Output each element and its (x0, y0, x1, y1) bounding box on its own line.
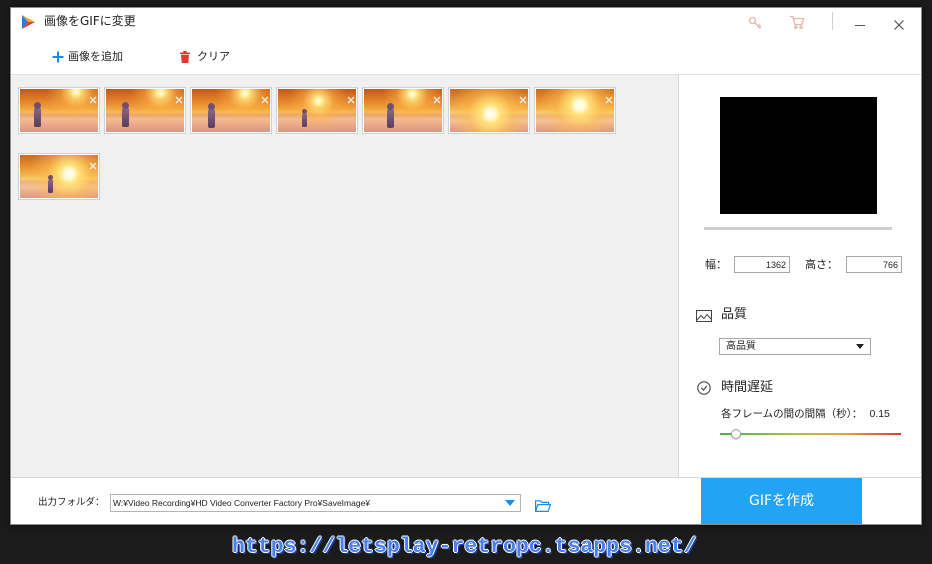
quality-dropdown[interactable]: 高品質 (719, 338, 871, 355)
height-input[interactable] (846, 256, 902, 273)
toolbar: 画像を追加 クリア (11, 41, 921, 75)
folder-icon (534, 500, 552, 512)
frame-interval-row: 各フレームの間の間隔（秒）： 0.15 (721, 406, 890, 422)
trash-icon (180, 51, 190, 63)
image-list-panel[interactable] (11, 75, 679, 477)
window-title: 画像をGIFに変更 (44, 14, 136, 28)
delay-slider-thumb[interactable] (731, 429, 742, 439)
thumbnail-image (278, 89, 356, 132)
remove-image-button[interactable] (261, 89, 269, 104)
clock-icon (697, 381, 711, 395)
purchase-button[interactable] (789, 14, 805, 30)
titlebar-separator (832, 12, 833, 30)
title-bar[interactable]: 画像をGIFに変更 (11, 8, 921, 41)
image-thumbnail[interactable] (534, 87, 616, 134)
thumbnail-image (192, 89, 270, 132)
plus-icon (52, 51, 64, 63)
output-bar: 出力フォルダ： GIFを作成 (11, 477, 921, 524)
close-icon (89, 96, 97, 104)
thumbnail-image (20, 89, 98, 132)
cart-icon (790, 15, 805, 30)
close-icon (175, 96, 183, 104)
browse-folder-button[interactable] (534, 497, 552, 512)
remove-image-button[interactable] (89, 155, 97, 170)
frame-interval-label: 各フレームの間の間隔（秒）： (721, 408, 863, 420)
figure-silhouette (387, 102, 395, 128)
width-label: 幅： (705, 258, 727, 271)
register-button[interactable] (748, 15, 762, 29)
delay-slider[interactable] (720, 429, 901, 439)
output-folder-field[interactable] (110, 494, 521, 512)
clear-label: クリア (197, 50, 230, 63)
chevron-down-icon (505, 500, 515, 506)
image-thumbnail[interactable] (104, 87, 186, 134)
app-logo-icon (22, 15, 35, 29)
create-gif-button[interactable]: GIFを作成 (701, 478, 862, 524)
quality-selected: 高品質 (726, 341, 756, 352)
image-thumbnail[interactable] (190, 87, 272, 134)
figure-silhouette (302, 109, 308, 128)
figure-silhouette (48, 175, 54, 194)
close-icon (894, 20, 904, 30)
image-thumbnail[interactable] (18, 87, 100, 134)
quality-title: 品質 (721, 307, 748, 322)
main-area: 幅： 高さ： 品質 高品質 時間遅延 各フレームの間の間隔（秒）： 0.15 (11, 75, 921, 477)
output-path-input[interactable] (111, 495, 503, 511)
key-icon (748, 16, 762, 29)
image-thumbnail[interactable] (18, 153, 100, 200)
gif-preview (720, 97, 877, 214)
thumbnail-image (364, 89, 442, 132)
chevron-down-icon (856, 344, 864, 349)
close-icon (347, 96, 355, 104)
close-icon (89, 162, 97, 170)
thumbnail-image (106, 89, 184, 132)
frame-interval-value: 0.15 (869, 408, 890, 420)
remove-image-button[interactable] (89, 89, 97, 104)
height-label: 高さ： (805, 258, 838, 271)
watermark-url: https://letsplay-retropc.tsapps.net/ (232, 535, 697, 559)
image-thumbnail[interactable] (448, 87, 530, 134)
clear-button[interactable]: クリア (175, 45, 247, 71)
figure-silhouette (34, 102, 42, 128)
thumbnail-image (450, 89, 528, 132)
close-button[interactable] (892, 18, 906, 32)
close-icon (433, 96, 441, 104)
close-icon (519, 96, 527, 104)
close-icon (605, 96, 613, 104)
delay-title: 時間遅延 (721, 380, 774, 395)
figure-silhouette (208, 102, 216, 128)
add-images-button[interactable]: 画像を追加 (47, 45, 143, 71)
output-path-dropdown[interactable] (503, 495, 517, 511)
figure-silhouette (122, 102, 130, 128)
remove-image-button[interactable] (175, 89, 183, 104)
image-thumbnail[interactable] (362, 87, 444, 134)
output-folder-label: 出力フォルダ： (38, 497, 105, 508)
minimize-button[interactable] (851, 18, 869, 32)
thumbnail-grid (18, 87, 618, 200)
remove-image-button[interactable] (519, 89, 527, 104)
image-thumbnail[interactable] (276, 87, 358, 134)
remove-image-button[interactable] (347, 89, 355, 104)
thumbnail-image (20, 155, 98, 198)
add-images-label: 画像を追加 (68, 50, 123, 63)
remove-image-button[interactable] (605, 89, 613, 104)
app-window: 画像をGIFに変更 画像を追加 クリア 幅： 1362 高さ： 766 品質 高… (10, 7, 922, 525)
remove-image-button[interactable] (433, 89, 441, 104)
preview-progress-bar (704, 227, 892, 230)
minimize-icon (855, 25, 865, 26)
close-icon (261, 96, 269, 104)
width-input[interactable] (734, 256, 790, 273)
image-icon (696, 310, 712, 322)
settings-panel: 幅： 高さ： 品質 高品質 時間遅延 各フレームの間の間隔（秒）： 0.15 (679, 75, 921, 477)
thumbnail-image (536, 89, 614, 132)
